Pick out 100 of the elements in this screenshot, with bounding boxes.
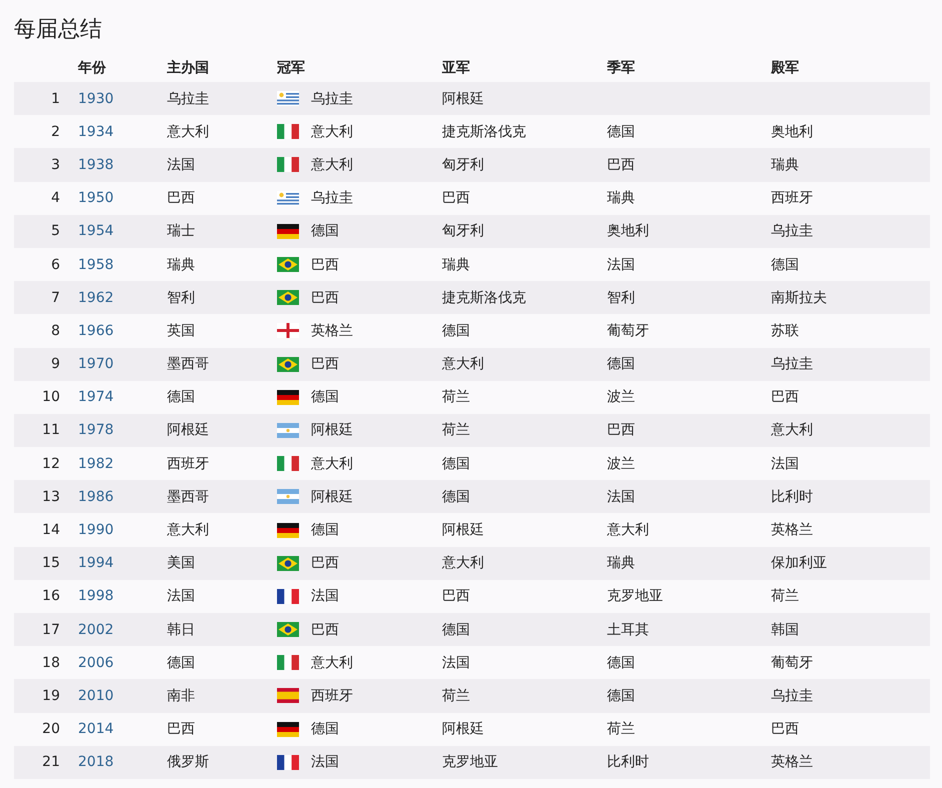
column-header: 年份 <box>78 59 106 77</box>
year-link[interactable]: 1954 <box>78 223 114 240</box>
year-link[interactable]: 1962 <box>78 290 114 306</box>
row-number: 20 <box>42 721 60 738</box>
table-cell: 匈牙利 <box>442 156 484 174</box>
row-number: 19 <box>42 688 60 704</box>
year-link[interactable]: 1970 <box>78 356 114 372</box>
column-header: 亚军 <box>442 59 470 77</box>
table-cell: 荷兰 <box>442 421 470 440</box>
year-link[interactable]: 1998 <box>78 588 114 604</box>
year-link[interactable]: 2014 <box>78 721 114 738</box>
table-cell: 德国 <box>442 488 470 506</box>
table-cell: 阿根廷 <box>167 421 209 440</box>
table-cell: 巴西 <box>607 156 635 174</box>
year-link[interactable]: 1990 <box>78 522 114 538</box>
table-cell: 法国 <box>607 256 635 274</box>
column-header: 殿军 <box>771 59 799 77</box>
table-cell: 俄罗斯 <box>167 753 209 772</box>
row-number: 3 <box>51 156 60 173</box>
year-link[interactable]: 1950 <box>78 190 114 206</box>
row-number: 8 <box>51 322 60 339</box>
table-cell: 葡萄牙 <box>771 654 813 672</box>
row-number: 9 <box>51 356 60 372</box>
table-cell: 西班牙 <box>771 189 813 208</box>
table-cell: 意大利 <box>311 654 353 672</box>
flag-icon <box>277 356 299 372</box>
flag-icon <box>277 390 299 405</box>
row-number: 14 <box>42 522 60 538</box>
flag-icon <box>277 124 299 140</box>
table-cell: 法国 <box>311 753 339 772</box>
table-cell: 波兰 <box>607 388 635 406</box>
flag-icon <box>277 622 299 638</box>
flag-icon <box>277 588 299 604</box>
year-link[interactable]: 1978 <box>78 422 114 438</box>
year-link[interactable]: 1930 <box>78 90 114 107</box>
year-link[interactable]: 1986 <box>78 488 114 505</box>
table-cell: 巴西 <box>607 421 635 440</box>
table-cell: 捷克斯洛伐克 <box>442 288 526 307</box>
table-cell: 德国 <box>607 355 635 374</box>
table-cell: 巴西 <box>167 720 195 738</box>
table-cell: 葡萄牙 <box>607 322 649 340</box>
year-link[interactable]: 1982 <box>78 456 114 472</box>
row-number: 5 <box>51 223 60 240</box>
table-cell: 英国 <box>167 322 195 340</box>
row-number: 12 <box>42 456 60 472</box>
table-cell: 巴西 <box>442 189 470 208</box>
table-cell: 克罗地亚 <box>442 753 498 772</box>
table-cell: 南非 <box>167 686 195 705</box>
flag-icon <box>277 522 299 538</box>
year-link[interactable]: 1938 <box>78 156 114 173</box>
table-cell: 瑞典 <box>442 256 470 274</box>
table-cell: 意大利 <box>442 554 484 572</box>
year-link[interactable]: 1966 <box>78 322 114 339</box>
year-link[interactable]: 1994 <box>78 555 114 572</box>
table-cell: 瑞典 <box>607 189 635 208</box>
table-cell: 墨西哥 <box>167 355 209 374</box>
flag-icon <box>277 157 299 172</box>
table-cell: 巴西 <box>311 620 339 639</box>
table-cell: 波兰 <box>607 454 635 473</box>
flag-icon <box>277 190 299 206</box>
table-cell: 瑞典 <box>771 156 799 174</box>
flag-icon <box>277 91 299 106</box>
row-number: 10 <box>42 389 60 406</box>
table-cell: 巴西 <box>167 189 195 208</box>
year-link[interactable]: 2010 <box>78 688 114 704</box>
table-cell: 土耳其 <box>607 620 649 639</box>
table-cell: 荷兰 <box>442 686 470 705</box>
table-cell: 乌拉圭 <box>167 90 209 108</box>
table-cell: 德国 <box>167 388 195 406</box>
year-link[interactable]: 2002 <box>78 622 114 638</box>
table-cell: 韩日 <box>167 620 195 639</box>
table-cell: 法国 <box>311 587 339 606</box>
table-cell: 阿根廷 <box>442 90 484 108</box>
table-cell: 意大利 <box>167 122 209 141</box>
table-cell: 智利 <box>167 288 195 307</box>
flag-icon <box>277 323 299 338</box>
flag-icon <box>277 224 299 239</box>
table-cell: 克罗地亚 <box>607 587 663 606</box>
year-link[interactable]: 1974 <box>78 389 114 406</box>
table-cell: 意大利 <box>167 521 209 540</box>
table-cell: 西班牙 <box>311 686 353 705</box>
table-cell: 乌拉圭 <box>311 90 353 108</box>
flag-icon <box>277 722 299 737</box>
year-link[interactable]: 2006 <box>78 654 114 671</box>
table-cell: 阿根廷 <box>311 421 353 440</box>
table-cell: 韩国 <box>771 620 799 639</box>
table-cell: 乌拉圭 <box>311 189 353 208</box>
table-cell: 奥地利 <box>607 222 649 240</box>
year-link[interactable]: 1958 <box>78 256 114 273</box>
table-cell: 法国 <box>607 488 635 506</box>
table-cell: 德国 <box>167 654 195 672</box>
table-cell: 巴西 <box>311 256 339 274</box>
table-cell: 西班牙 <box>167 454 209 473</box>
year-link[interactable]: 2018 <box>78 754 114 770</box>
table-cell: 德国 <box>607 686 635 705</box>
row-number: 4 <box>51 190 60 206</box>
year-link[interactable]: 1934 <box>78 124 114 140</box>
table-cell: 德国 <box>442 322 470 340</box>
table-cell: 瑞士 <box>167 222 195 240</box>
flag-icon <box>277 688 299 704</box>
